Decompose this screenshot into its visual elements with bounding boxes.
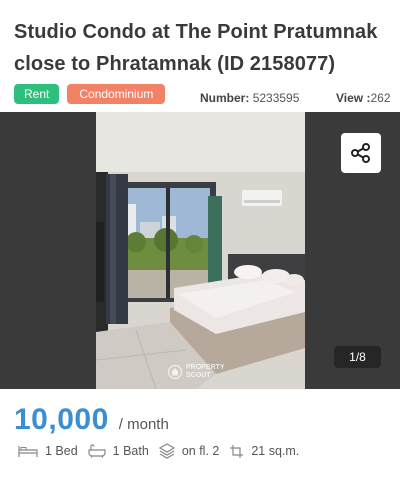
feature-area: 21 sq.m.	[229, 444, 299, 459]
area-size: 21 sq.m.	[251, 444, 300, 458]
view-value: 262	[370, 91, 391, 105]
price-amount: 10,000	[14, 403, 109, 436]
feature-bath: 1 Bath	[88, 444, 149, 458]
listing-photo[interactable]	[96, 112, 305, 389]
price-unit: / month	[118, 416, 169, 433]
photo-gallery[interactable]: PROPERTY SCOUT 1/8	[0, 112, 400, 389]
rent-tag: Rent	[14, 84, 60, 104]
listing-number: Number: 5233595	[200, 91, 299, 105]
watermark-logo: PROPERTY SCOUT	[168, 364, 225, 380]
bed-count: 1 Bed	[45, 444, 78, 458]
number-value: 5233595	[252, 91, 300, 105]
bed-icon	[18, 446, 38, 457]
watermark-line2: SCOUT	[186, 372, 211, 379]
crop-area-icon	[230, 444, 244, 458]
share-icon	[351, 143, 370, 163]
share-button[interactable]	[341, 133, 381, 173]
listing-title: Studio Condo at The Point Pratumnak clos…	[14, 21, 378, 75]
view-count: View :262	[336, 91, 391, 105]
condominium-tag: Condominium	[67, 84, 166, 104]
feature-list: 1 Bed 1 Bath on fl. 2 21 sq.m.	[18, 443, 309, 459]
photo-counter: 1/8	[334, 346, 381, 368]
view-label: View :	[336, 91, 371, 105]
number-label: Number:	[200, 91, 250, 105]
tag-group: Rent Condominium	[14, 84, 166, 104]
house-icon	[168, 365, 182, 379]
feature-bed: 1 Bed	[18, 444, 78, 458]
layers-icon	[158, 443, 175, 459]
price-row: 10,000 / month	[14, 403, 169, 437]
bathtub-icon	[88, 444, 106, 458]
bath-count: 1 Bath	[112, 444, 149, 458]
floor-number: on fl. 2	[181, 444, 220, 458]
feature-floor: on fl. 2	[158, 443, 220, 459]
watermark-line1: PROPERTY	[186, 364, 225, 371]
